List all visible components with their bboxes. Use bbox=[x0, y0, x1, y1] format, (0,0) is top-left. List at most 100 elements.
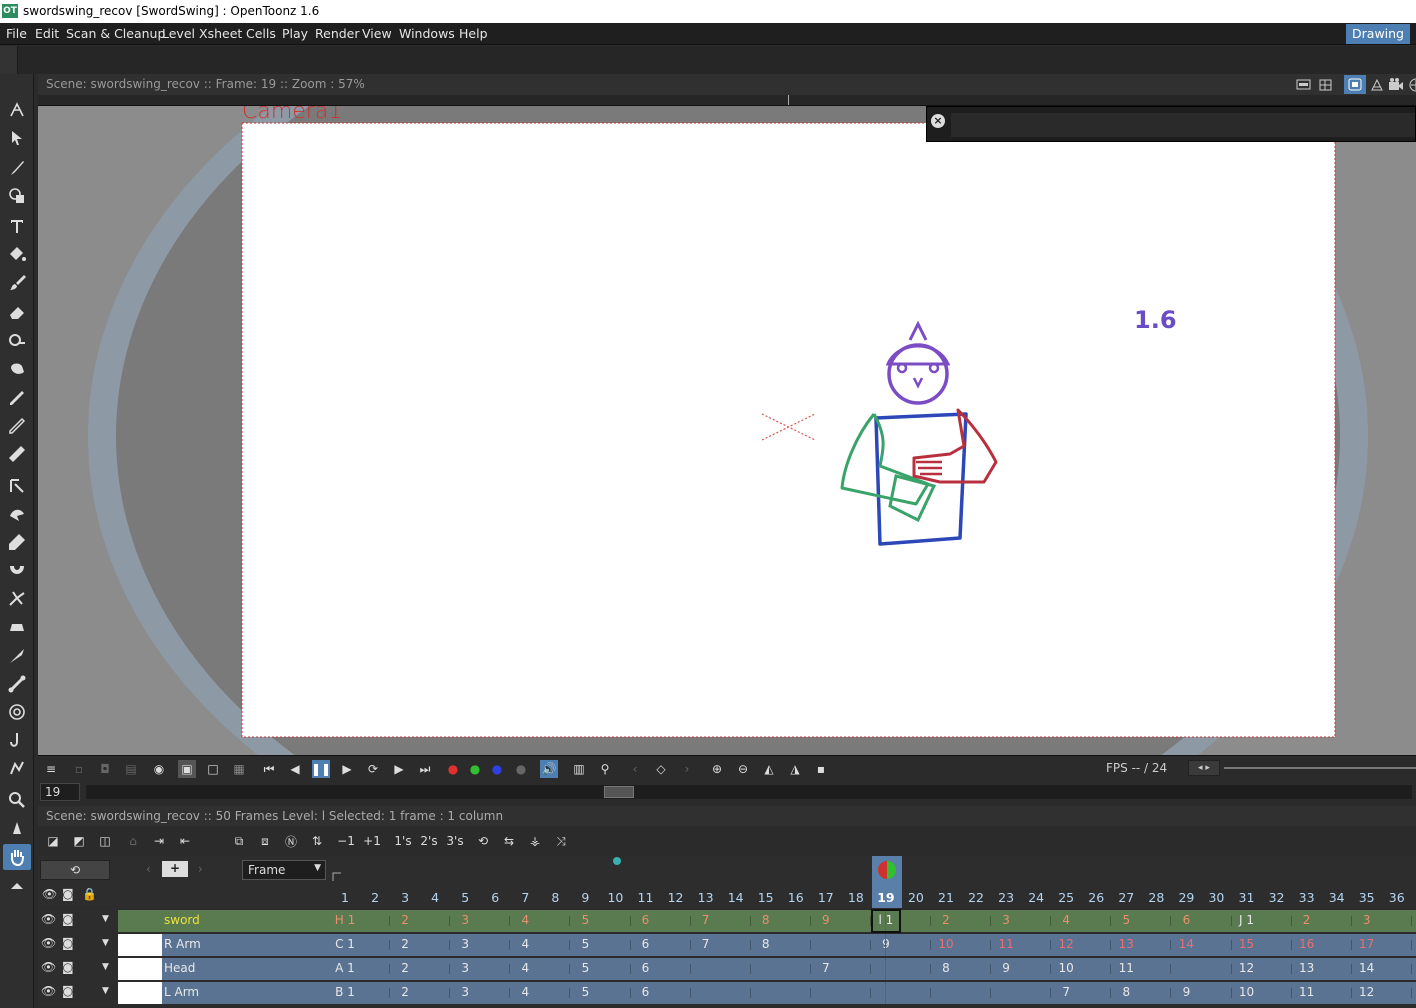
frame-number[interactable]: 24 bbox=[1021, 890, 1051, 905]
column-cells[interactable]: B 1 2 3 4 5 6 7 8 9 10 11 12 bbox=[330, 982, 1416, 1004]
plastic-tool-icon[interactable] bbox=[7, 758, 27, 778]
xsheet-cell[interactable]: J 1 bbox=[1232, 913, 1262, 927]
tracker-tool-icon[interactable] bbox=[7, 702, 27, 722]
frame-number[interactable]: 30 bbox=[1201, 890, 1231, 905]
xsheet-cell[interactable]: 4 bbox=[510, 961, 540, 975]
alpha-channel-icon[interactable]: ● bbox=[512, 760, 530, 778]
menu-play[interactable]: Play bbox=[282, 26, 308, 41]
xsheet-cell[interactable]: 9 bbox=[991, 961, 1021, 975]
xsheet-cell[interactable]: 5 bbox=[570, 961, 600, 975]
xsheet-cell[interactable]: 8 bbox=[931, 961, 961, 975]
pinch-tool-icon[interactable] bbox=[7, 504, 27, 524]
auto-renumber-icon[interactable]: Ⓝ bbox=[282, 832, 300, 850]
menu-windows[interactable]: Windows bbox=[399, 26, 455, 41]
menu-cells[interactable]: Cells bbox=[246, 26, 276, 41]
new-vector-level-icon[interactable]: ◪ bbox=[44, 832, 62, 850]
frame-number[interactable]: 3 bbox=[390, 890, 420, 905]
xsheet-cell[interactable]: A 1 bbox=[330, 961, 360, 975]
control-point-editor-icon[interactable] bbox=[7, 476, 27, 496]
new-toonz-raster-level-icon[interactable]: ◩ bbox=[70, 832, 88, 850]
frame-number[interactable]: 34 bbox=[1322, 890, 1352, 905]
xsheet-cell[interactable]: 3 bbox=[1352, 913, 1382, 927]
export-icon[interactable]: ⇤ bbox=[176, 832, 194, 850]
xsheet-cell[interactable]: 14 bbox=[1171, 937, 1201, 951]
xsheet-cell[interactable]: H 1 bbox=[330, 913, 360, 927]
key-icon[interactable]: ◇ bbox=[652, 760, 670, 778]
menu-edit[interactable]: Edit bbox=[35, 26, 59, 41]
xsheet-cell[interactable]: 7 bbox=[691, 913, 721, 927]
xsheet-cell[interactable]: 10 bbox=[931, 937, 961, 951]
preview-visible-icon[interactable]: 👁 bbox=[41, 936, 56, 950]
flip-h-icon[interactable]: ◭ bbox=[760, 760, 778, 778]
xsheet-cell[interactable]: 10 bbox=[1232, 985, 1262, 999]
column-name[interactable]: sword bbox=[162, 910, 330, 932]
menu-xsheet[interactable]: Xsheet bbox=[199, 26, 242, 41]
zoom-in-icon[interactable]: ⊕ bbox=[708, 760, 726, 778]
hook-tool-icon[interactable] bbox=[7, 730, 27, 750]
xsheet-cell[interactable]: 17 bbox=[1352, 937, 1382, 951]
freeze-icon[interactable] bbox=[1408, 77, 1416, 93]
xsheet-cell[interactable]: 5 bbox=[570, 913, 600, 927]
frame-slider-handle[interactable] bbox=[604, 786, 634, 798]
xsheet-cell[interactable]: 13 bbox=[1292, 961, 1322, 975]
xsheet-cell[interactable]: 4 bbox=[1051, 913, 1081, 927]
reset-view-icon[interactable]: ▪ bbox=[812, 760, 830, 778]
decrease-step-button[interactable]: −1 bbox=[336, 832, 356, 850]
reverse-icon[interactable]: ⇅ bbox=[308, 832, 326, 850]
frame-number[interactable]: 33 bbox=[1292, 890, 1322, 905]
xsheet-cell[interactable]: 2 bbox=[390, 937, 420, 951]
step-3s-button[interactable]: 3's bbox=[444, 832, 466, 850]
xsheet-cell[interactable]: 8 bbox=[751, 913, 781, 927]
xsheet-cell[interactable]: 7 bbox=[811, 961, 841, 975]
xsheet-cell[interactable]: 9 bbox=[1171, 985, 1201, 999]
frame-number[interactable]: 13 bbox=[691, 890, 721, 905]
preview-visible-icon[interactable]: 👁 bbox=[41, 984, 56, 998]
frame-number[interactable]: 8 bbox=[540, 890, 570, 905]
xsheet-cell[interactable]: 12 bbox=[1051, 937, 1081, 951]
lock-all-icon[interactable]: 🔒 bbox=[82, 887, 97, 901]
frame-number[interactable]: 35 bbox=[1352, 890, 1382, 905]
bg-white-icon[interactable]: ▣ bbox=[178, 760, 196, 778]
paint-brush-tool-icon[interactable] bbox=[7, 272, 27, 292]
hand-tool-icon[interactable] bbox=[3, 844, 31, 870]
frame-number[interactable]: 27 bbox=[1111, 890, 1141, 905]
xsheet-cell[interactable]: 6 bbox=[1171, 913, 1201, 927]
increase-step-button[interactable]: +1 bbox=[362, 832, 382, 850]
frame-number[interactable]: 36 bbox=[1382, 890, 1412, 905]
xsheet-cell[interactable]: 13 bbox=[1111, 937, 1141, 951]
snapshot-icon[interactable]: ◘ bbox=[96, 760, 114, 778]
selection-tool-icon[interactable] bbox=[7, 128, 27, 148]
xsheet-cell[interactable]: 3 bbox=[450, 937, 480, 951]
frame-number[interactable]: 5 bbox=[450, 890, 480, 905]
rgb-picker-tool-icon[interactable] bbox=[7, 416, 27, 436]
menu-render[interactable]: Render bbox=[315, 26, 360, 41]
reframe-icon[interactable]: ⌂ bbox=[124, 832, 142, 850]
frame-number[interactable]: 2 bbox=[360, 890, 390, 905]
grid-view-icon[interactable] bbox=[1318, 78, 1334, 92]
xsheet-cell[interactable]: 4 bbox=[510, 937, 540, 951]
frame-number[interactable]: 32 bbox=[1262, 890, 1292, 905]
shuffle-icon[interactable]: ⤨ bbox=[552, 832, 570, 850]
frame-number[interactable]: 28 bbox=[1141, 890, 1171, 905]
xsheet-cell[interactable]: 8 bbox=[751, 937, 781, 951]
xsheet-cell[interactable]: 14 bbox=[1352, 961, 1382, 975]
histogram-icon[interactable]: ▥ bbox=[570, 760, 588, 778]
play-icon[interactable]: ▶ bbox=[338, 760, 356, 778]
add-memo-icon[interactable]: + bbox=[162, 861, 188, 877]
rotate-tool-icon[interactable] bbox=[7, 818, 27, 838]
frame-number[interactable]: 22 bbox=[961, 890, 991, 905]
frame-number[interactable]: 4 bbox=[420, 890, 450, 905]
cutter-tool-icon[interactable] bbox=[7, 646, 27, 666]
zoom-out-icon[interactable]: ⊖ bbox=[734, 760, 752, 778]
frame-number[interactable]: 17 bbox=[811, 890, 841, 905]
next-frame-icon[interactable]: ▶ bbox=[390, 760, 408, 778]
pause-icon[interactable]: ❚❚ bbox=[311, 760, 331, 778]
room-tab-drawing[interactable]: Drawing bbox=[1346, 24, 1410, 44]
iron-tool-icon[interactable] bbox=[7, 616, 27, 636]
xsheet-cell[interactable]: 16 bbox=[1292, 937, 1322, 951]
xsheet-cell[interactable]: 11 bbox=[991, 937, 1021, 951]
xsheet-cell[interactable]: 9 bbox=[871, 937, 901, 951]
prev-memo-icon[interactable]: ‹ bbox=[146, 862, 151, 876]
xsheet-cell[interactable]: 8 bbox=[1111, 985, 1141, 999]
menu-help[interactable]: Help bbox=[459, 26, 488, 41]
